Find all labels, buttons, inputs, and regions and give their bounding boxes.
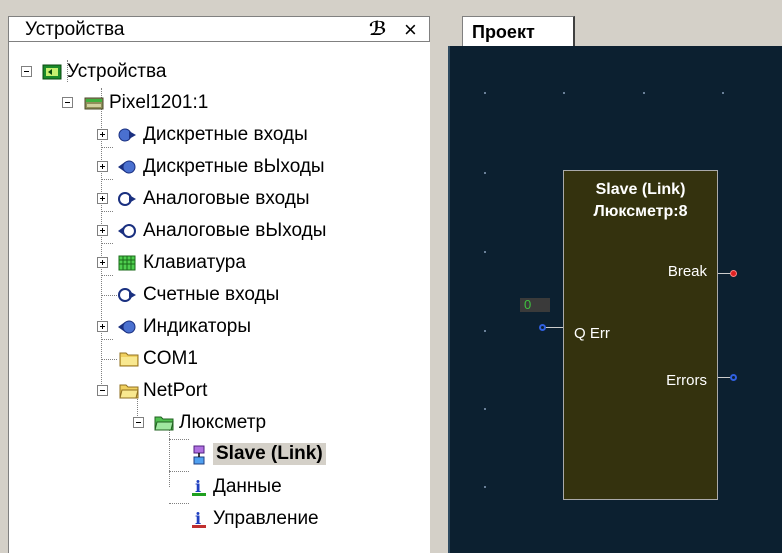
close-icon[interactable]: × [404, 17, 426, 42]
expand-icon[interactable] [97, 161, 108, 172]
indicator-icon [118, 320, 136, 334]
grid-dot [484, 92, 486, 94]
grid-dot [484, 486, 486, 488]
tree-label: Дискретные вЫходы [143, 156, 325, 177]
project-canvas[interactable]: Slave (Link) Люксметр:8 Break Q Err Erro… [448, 46, 782, 553]
port-q-err-label: Q Err [574, 325, 610, 342]
collapse-icon[interactable] [97, 385, 108, 396]
tree-label: Аналоговые вЫходы [143, 220, 327, 241]
analog-input-icon [118, 192, 136, 206]
info-control-icon: i [192, 509, 206, 528]
expand-icon[interactable] [97, 193, 108, 204]
device-icon [84, 97, 104, 110]
devices-panel-header: Устройства ℬ × [8, 16, 430, 42]
devices-root-icon [42, 64, 62, 80]
tree-label: Дискретные входы [143, 124, 308, 145]
tree-label: Клавиатура [143, 252, 246, 273]
expand-icon[interactable] [97, 129, 108, 140]
port-errors-label: Errors [666, 372, 707, 389]
devices-panel: Устройства ℬ × Устройства Pixel1201:1 Ди… [0, 0, 440, 553]
input-value-display[interactable]: 0 [520, 298, 550, 312]
grid-dot [643, 92, 645, 94]
grid-dot [484, 251, 486, 253]
tree-label: Управление [213, 508, 319, 529]
devices-tree: Устройства Pixel1201:1 Дискретные входы [8, 42, 430, 553]
expand-icon[interactable] [97, 321, 108, 332]
counter-input-icon [118, 288, 136, 302]
grid-dot [484, 172, 486, 174]
tree-label: Индикаторы [143, 316, 252, 337]
tree-label: Pixel1201:1 [109, 92, 209, 113]
slave-link-icon [193, 445, 205, 465]
tree-label: Аналоговые входы [143, 188, 310, 209]
discrete-input-icon [118, 128, 136, 142]
block-title-line1: Slave (Link) [595, 181, 686, 198]
info-icon: i [192, 477, 206, 496]
tree-label-selected: Slave (Link) [213, 443, 326, 465]
folder-open-icon [119, 384, 139, 399]
tree-label: NetPort [143, 380, 208, 401]
collapse-icon[interactable] [21, 66, 32, 77]
tab-project[interactable]: Проект [462, 16, 575, 46]
expand-icon[interactable] [97, 225, 108, 236]
grid-dot [484, 408, 486, 410]
tree-label: COM1 [143, 348, 198, 369]
grid-dot [484, 330, 486, 332]
tree-label: Люксметр [179, 412, 267, 433]
input-pin-q-err[interactable] [539, 324, 546, 331]
grid-dot [563, 92, 565, 94]
pin-icon[interactable]: ℬ [369, 18, 391, 40]
tree-label: Счетные входы [143, 284, 280, 305]
analog-output-icon [118, 224, 136, 238]
folder-open-green-icon [154, 416, 174, 431]
block-title-line2: Люксметр:8 [593, 203, 688, 220]
collapse-icon[interactable] [62, 97, 73, 108]
port-break-label: Break [667, 263, 707, 280]
block-title: Slave (Link) Люксметр:8 [564, 179, 717, 223]
output-pin-break[interactable] [730, 270, 737, 277]
tab-strip: Проект [448, 16, 782, 46]
devices-panel-title: Устройства [25, 19, 125, 40]
tree-label: Данные [213, 476, 282, 497]
tree-label: Устройства [67, 61, 167, 82]
folder-icon [119, 352, 139, 367]
discrete-output-icon [118, 160, 136, 174]
output-pin-errors[interactable] [730, 374, 737, 381]
grid-dot [722, 92, 724, 94]
project-panel: Проект Slave (Link) Люксметр:8 Break Q E… [440, 0, 782, 553]
slave-link-block[interactable]: Slave (Link) Люксметр:8 Break Q Err Erro… [563, 170, 718, 500]
expand-icon[interactable] [97, 257, 108, 268]
collapse-icon[interactable] [133, 417, 144, 428]
keyboard-icon [118, 255, 136, 271]
